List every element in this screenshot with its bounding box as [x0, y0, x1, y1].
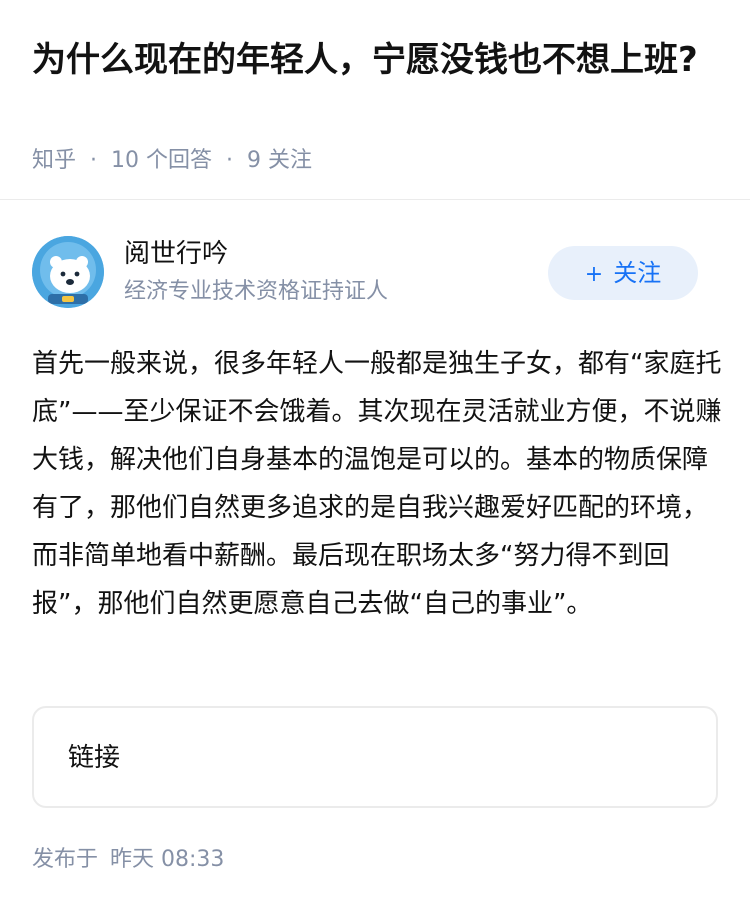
followers-count: 9 关注	[247, 148, 313, 173]
link-card-label: 链接	[68, 743, 121, 773]
link-card[interactable]: 链接	[32, 706, 718, 808]
follow-button-label: 关注	[613, 259, 662, 287]
question-title[interactable]: 为什么现在的年轻人，宁愿没钱也不想上班?	[32, 34, 712, 86]
meta-separator: ·	[226, 148, 234, 173]
publish-info: 发布于 昨天 08:33	[32, 842, 224, 878]
meta-separator: ·	[90, 148, 98, 173]
publish-time: 昨天 08:33	[110, 847, 225, 872]
answer-text: 首先一般来说，很多年轻人一般都是独生子女，都有“家庭托底”——至少保证不会饿着。…	[32, 349, 722, 619]
answer-content: 首先一般来说，很多年轻人一般都是独生子女，都有“家庭托底”——至少保证不会饿着。…	[32, 340, 722, 628]
answers-count[interactable]: 10 个回答	[111, 148, 212, 173]
author-row: 阅世行吟 经济专业技术资格证持证人 + 关注	[0, 230, 750, 320]
source-label[interactable]: 知乎	[32, 148, 76, 173]
polar-bear-astronaut-avatar-icon	[32, 236, 104, 308]
section-divider	[0, 199, 750, 200]
plus-icon: +	[584, 262, 604, 287]
publish-label: 发布于	[32, 847, 99, 872]
author-name[interactable]: 阅世行吟	[124, 234, 228, 274]
question-header: 为什么现在的年轻人，宁愿没钱也不想上班? 知乎 · 10 个回答 · 9 关注	[0, 0, 750, 200]
author-credential: 经济专业技术资格证持证人	[124, 279, 389, 304]
question-meta: 知乎 · 10 个回答 · 9 关注	[32, 144, 312, 178]
follow-button[interactable]: + 关注	[548, 246, 698, 300]
avatar[interactable]	[32, 236, 104, 308]
